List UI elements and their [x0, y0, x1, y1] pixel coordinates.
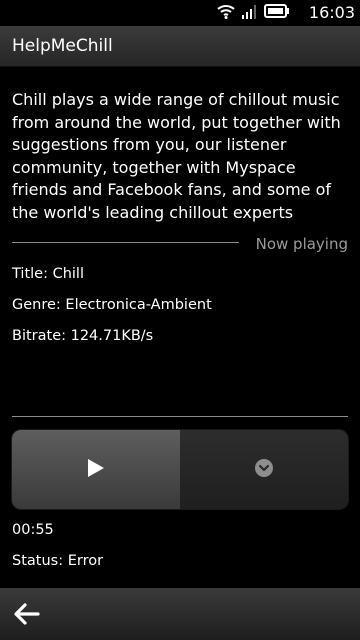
status-icons: [216, 3, 290, 23]
track-title: Title: Chill: [12, 266, 84, 282]
track-genre: Genre: Electronica-Ambient: [12, 297, 212, 313]
signal-icon: [242, 3, 258, 23]
bottom-toolbar: [0, 588, 360, 640]
now-playing-label: Now playing: [255, 235, 348, 253]
player-controls: [12, 430, 348, 509]
chevron-down-icon: [254, 458, 274, 482]
wifi-icon: [216, 3, 236, 23]
status-bar: 16:03: [0, 0, 360, 26]
play-icon: [87, 458, 105, 482]
divider: [12, 242, 239, 243]
track-bitrate: Bitrate: 124.71KB/s: [12, 328, 154, 344]
station-description: Chill plays a wide range of chillout mus…: [12, 90, 341, 222]
clock: 16:03: [308, 3, 355, 22]
title-bar: HelpMeChill: [0, 26, 360, 67]
elapsed-time: 00:55: [12, 522, 54, 538]
app-title: HelpMeChill: [12, 36, 113, 56]
player-status: Status: Error: [12, 553, 104, 569]
back-button[interactable]: [12, 600, 42, 628]
divider: [12, 416, 348, 417]
back-arrow-icon: [12, 603, 42, 632]
play-button[interactable]: [12, 430, 180, 509]
battery-icon: [264, 3, 290, 23]
options-button[interactable]: [180, 430, 348, 509]
